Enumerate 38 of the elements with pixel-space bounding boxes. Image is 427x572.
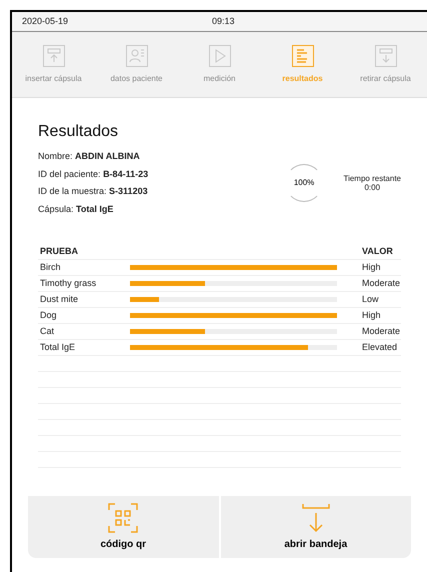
- test-value: High: [362, 308, 381, 322]
- status-date: 2020-05-19: [22, 14, 70, 28]
- play-icon: [208, 44, 230, 66]
- page-title: Resultados: [38, 122, 120, 142]
- arrow-down-icon: [300, 502, 331, 532]
- test-name: Dust mite: [39, 292, 80, 306]
- upload-icon: [42, 44, 64, 66]
- action-button[interactable]: abrir bandeja: [220, 496, 411, 558]
- test-value: High: [362, 260, 381, 274]
- test-name: Cat: [39, 324, 56, 338]
- info-line: Nombre: ABDIN ALBINA: [38, 150, 141, 163]
- test-name: Timothy grass: [39, 276, 98, 290]
- step-tab[interactable]: datos paciente: [95, 44, 178, 84]
- column-header: VALOR: [362, 244, 393, 258]
- qr-code-icon: [108, 502, 138, 532]
- remaining-value: 0:00: [364, 183, 380, 192]
- test-name: Dog: [39, 308, 58, 322]
- test-value: Moderate: [362, 324, 400, 338]
- remaining-label: Tiempo restante: [343, 174, 401, 183]
- column-header: PRUEBA: [39, 244, 80, 258]
- info-line: ID del paciente: B-84-11-23: [38, 168, 150, 181]
- user-icon: [126, 44, 148, 66]
- action-button[interactable]: código qr: [28, 496, 218, 558]
- status-time: 09:13: [212, 14, 235, 28]
- download-icon: [374, 44, 396, 66]
- test-name: Birch: [39, 260, 62, 274]
- info-line: Cápsula: Total IgE: [38, 202, 114, 216]
- test-value: Low: [362, 292, 379, 306]
- step-tab[interactable]: retirar cápsula: [344, 44, 427, 84]
- step-tab[interactable]: medición: [178, 44, 261, 84]
- step-tab[interactable]: insertar cápsula: [12, 44, 95, 84]
- test-name: Total IgE: [39, 340, 76, 354]
- test-value: Moderate: [362, 276, 400, 290]
- step-tab[interactable]: resultados: [261, 44, 344, 84]
- list-icon: [292, 44, 314, 66]
- test-value: Elevated: [362, 340, 398, 354]
- info-line: ID de la muestra: S-311203: [38, 185, 149, 198]
- progress-ring: 100%: [285, 164, 324, 202]
